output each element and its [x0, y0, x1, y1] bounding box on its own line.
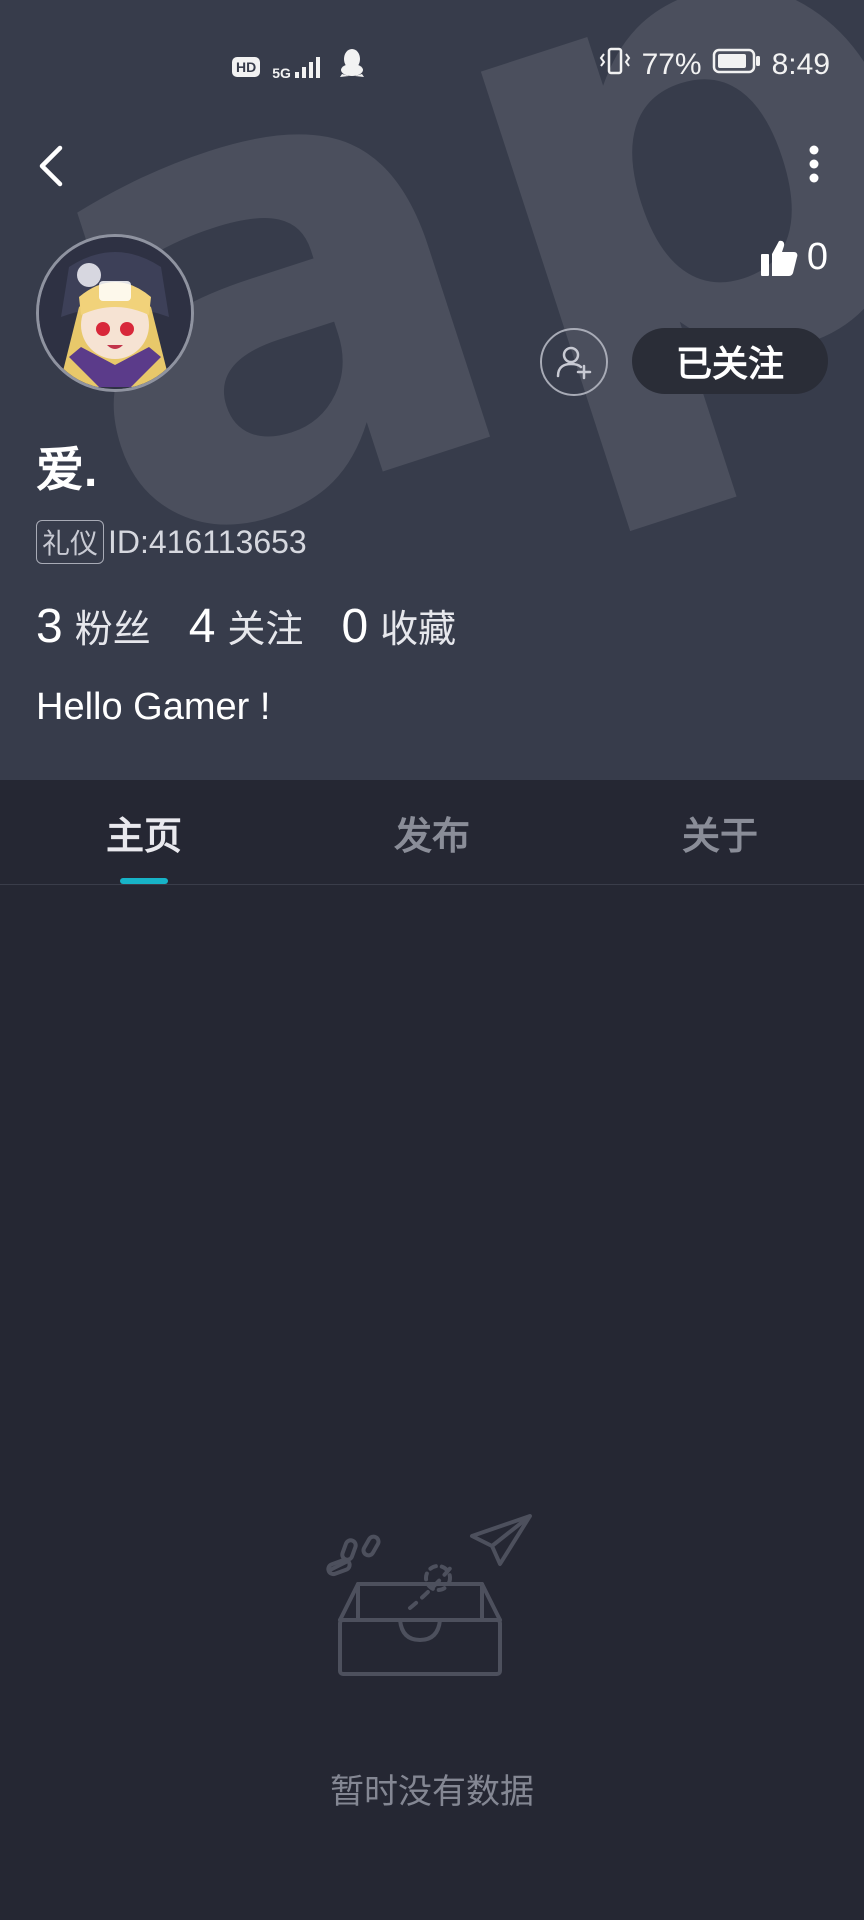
status-bar: HD 5G 77% 8:49	[0, 0, 864, 128]
user-id: ID:416113653	[108, 523, 307, 560]
battery-percent: 77%	[641, 48, 702, 81]
stat-favorites-label: 收藏	[380, 609, 457, 651]
stat-favorites-value: 0	[341, 600, 369, 653]
thumbs-up-icon	[760, 240, 798, 276]
add-friend-button[interactable]	[540, 328, 608, 396]
likes-count: 0	[806, 236, 828, 278]
tab-about[interactable]: 关于	[576, 780, 864, 884]
stats-row: 3 粉丝 4 关注 0 收藏	[36, 598, 494, 654]
stat-following-label: 关注	[227, 609, 304, 651]
tab-home[interactable]: 主页	[0, 780, 288, 884]
hd-badge: HD	[232, 57, 261, 77]
avatar-image	[39, 237, 191, 389]
empty-box-icon	[326, 1514, 532, 1676]
follow-button[interactable]: 已关注	[632, 328, 828, 394]
empty-state: 暂时没有数据	[0, 1500, 864, 1813]
avatar[interactable]	[36, 234, 194, 392]
tab-posts[interactable]: 发布	[288, 780, 576, 884]
user-id-row: 礼仪 ID:416113653	[36, 520, 307, 564]
stat-followers[interactable]: 3 粉丝	[36, 598, 151, 654]
stat-followers-label: 粉丝	[74, 609, 151, 651]
battery-icon	[712, 47, 762, 83]
signal-icon: 5G	[272, 54, 327, 80]
tab-home-label: 主页	[105, 815, 182, 858]
back-icon	[39, 145, 63, 187]
status-bar-left: HD 5G	[232, 48, 365, 86]
stat-followers-value: 3	[36, 600, 63, 653]
stat-following-value: 4	[188, 600, 216, 653]
status-bar-right: 77% 8:49	[598, 46, 830, 84]
add-user-icon	[556, 346, 592, 380]
vibrate-icon	[598, 46, 632, 84]
user-tag: 礼仪	[36, 520, 105, 564]
more-vertical-icon	[809, 145, 819, 183]
clock: 8:49	[771, 48, 830, 81]
stat-favorites[interactable]: 0 收藏	[341, 598, 456, 654]
qq-icon	[339, 48, 365, 86]
profile-tabs: 主页 发布 关于	[0, 780, 864, 885]
username: 爱.	[36, 444, 98, 497]
tab-about-label: 关于	[681, 815, 758, 858]
more-options-button[interactable]	[800, 142, 828, 192]
back-button[interactable]	[30, 136, 80, 196]
network-label: 5G	[272, 65, 291, 81]
active-tab-indicator	[120, 878, 168, 884]
bio: Hello Gamer !	[36, 686, 271, 728]
tab-posts-label: 发布	[393, 815, 470, 858]
stat-following[interactable]: 4 关注	[189, 598, 304, 654]
empty-state-message: 暂时没有数据	[330, 1773, 534, 1811]
profile-header: apTa HD 5G 77% 8:49 0 已关注 爱. 礼仪 ID:41611…	[0, 0, 864, 780]
like-button[interactable]: 0	[759, 236, 828, 279]
paper-plane-icon	[470, 1514, 532, 1566]
